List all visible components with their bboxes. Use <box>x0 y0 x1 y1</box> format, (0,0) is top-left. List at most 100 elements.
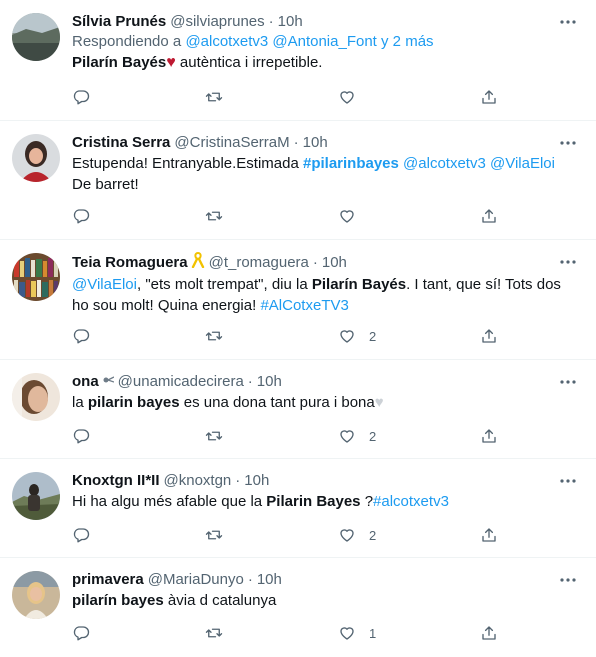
mention-link[interactable]: @VilaEloi <box>490 155 555 172</box>
user-handle[interactable]: @knoxtgn <box>164 471 232 491</box>
bold-text: Pilarín Bayés <box>311 276 407 293</box>
retweet-button[interactable] <box>205 206 223 226</box>
reply-button[interactable] <box>72 426 90 446</box>
like-button[interactable]: 2 <box>338 326 376 346</box>
mention-link[interactable]: @VilaEloi <box>72 276 137 293</box>
avatar[interactable] <box>12 253 60 301</box>
reply-icon <box>73 626 90 641</box>
mention-link[interactable]: @alcotxetv3 <box>403 155 486 172</box>
flower-icon <box>102 372 114 392</box>
user-handle[interactable]: @unamicadecirera <box>118 372 244 392</box>
timestamp[interactable]: 10h <box>303 133 328 153</box>
retweet-button[interactable] <box>205 623 223 643</box>
heart-icon <box>340 627 354 640</box>
share-button[interactable] <box>480 525 498 545</box>
mention-link[interactable]: @alcotxetv3 <box>185 33 268 50</box>
heart-icon <box>340 330 354 343</box>
like-count: 1 <box>369 625 377 641</box>
hashtag-link[interactable]: #alcotxetv3 <box>373 493 449 510</box>
reply-icon <box>73 209 90 224</box>
display-name[interactable]: Cristina Serra <box>72 133 170 153</box>
text-segment: ? <box>364 493 374 510</box>
hashtag-link[interactable]: #pilarinbayes <box>303 155 399 172</box>
like-count: 2 <box>369 527 377 543</box>
separator-dot: · <box>268 13 274 30</box>
tweet-actions: 2 <box>72 416 596 460</box>
heart-icon <box>340 210 354 223</box>
tweet-header: Sílvia Prunés @silviaprunes · 10h <box>72 12 580 32</box>
tweet[interactable]: ona @unamicadecirera · 10h la pilarin ba… <box>0 360 596 459</box>
avatar[interactable] <box>12 134 60 182</box>
text-segment: es una dona tant pura i bona <box>183 394 375 411</box>
user-handle[interactable]: @MariaDunyo <box>148 570 244 590</box>
more-options-icon[interactable] <box>558 254 578 270</box>
timestamp[interactable]: 10h <box>257 372 282 392</box>
tweet[interactable]: Sílvia Prunés @silviaprunes · 10h Respon… <box>0 0 596 121</box>
display-name[interactable]: Knoxtgn II*II <box>72 471 160 491</box>
separator-dot: · <box>247 571 253 588</box>
share-button[interactable] <box>480 426 498 446</box>
hashtag-link[interactable]: #AlCotxeTV3 <box>260 297 348 314</box>
reply-button[interactable] <box>72 326 90 346</box>
like-button[interactable] <box>338 206 356 226</box>
share-button[interactable] <box>480 87 498 107</box>
like-button[interactable]: 2 <box>338 525 376 545</box>
reply-button[interactable] <box>72 206 90 226</box>
tweet[interactable]: primavera @MariaDunyo · 10h pilarín baye… <box>0 558 596 656</box>
display-name[interactable]: ona <box>72 372 99 392</box>
replying-to: Respondiendo a @alcotxetv3 @Antonia_Font… <box>72 32 580 52</box>
share-button[interactable] <box>480 326 498 346</box>
tweet-actions: 2 <box>72 515 596 559</box>
share-button[interactable] <box>480 623 498 643</box>
tweet[interactable]: Cristina Serra @CristinaSerraM · 10h Est… <box>0 121 596 240</box>
reply-button[interactable] <box>72 623 90 643</box>
like-button[interactable]: 1 <box>338 623 376 643</box>
retweet-button[interactable] <box>205 87 223 107</box>
avatar[interactable] <box>12 373 60 421</box>
timestamp[interactable]: 10h <box>244 471 269 491</box>
heart-icon <box>340 430 354 443</box>
share-icon <box>482 528 496 542</box>
mention-link[interactable]: @Antonia_Font <box>272 33 376 50</box>
more-mentions-link[interactable]: y 2 más <box>381 33 434 50</box>
tweet-text: Pilarín Bayés♥ autèntica i irrepetible. <box>72 52 580 73</box>
share-icon <box>482 90 496 104</box>
white-heart-emoji-icon: ♥ <box>374 394 384 411</box>
like-button[interactable] <box>338 87 356 107</box>
retweet-button[interactable] <box>205 426 223 446</box>
tweet-actions <box>72 77 596 121</box>
more-options-icon[interactable] <box>558 135 578 151</box>
timestamp[interactable]: 10h <box>278 12 303 32</box>
avatar[interactable] <box>12 13 60 61</box>
text-segment: àvia d catalunya <box>167 592 277 609</box>
red-heart-emoji-icon: ♥ <box>166 54 176 71</box>
reply-button[interactable] <box>72 525 90 545</box>
retweet-button[interactable] <box>205 326 223 346</box>
tweet[interactable]: Knoxtgn II*II @knoxtgn · 10h Hi ha algu … <box>0 459 596 558</box>
tweet[interactable]: Teia Romaguera @t_romaguera · 10h @VilaE… <box>0 240 596 360</box>
avatar[interactable] <box>12 472 60 520</box>
tweet-text: la pilarin bayes es una dona tant pura i… <box>72 392 580 413</box>
avatar[interactable] <box>12 571 60 619</box>
display-name[interactable]: primavera <box>72 570 144 590</box>
more-options-icon[interactable] <box>558 572 578 588</box>
timestamp[interactable]: 10h <box>322 253 347 273</box>
more-options-icon[interactable] <box>558 473 578 489</box>
like-button[interactable]: 2 <box>338 426 376 446</box>
display-name[interactable]: Sílvia Prunés <box>72 12 166 32</box>
more-options-icon[interactable] <box>558 14 578 30</box>
timestamp[interactable]: 10h <box>257 570 282 590</box>
share-button[interactable] <box>480 206 498 226</box>
user-handle[interactable]: @CristinaSerraM <box>174 133 289 153</box>
text-segment: Hi ha algu més afable que la <box>72 493 263 510</box>
user-handle[interactable]: @t_romaguera <box>209 253 309 273</box>
tweet-text: @VilaEloi, "ets molt trempat", diu la Pi… <box>72 274 580 316</box>
retweet-button[interactable] <box>205 525 223 545</box>
tweet-header: ona @unamicadecirera · 10h <box>72 372 580 392</box>
bold-text: Pilarín Bayés <box>72 54 167 71</box>
more-options-icon[interactable] <box>558 374 578 390</box>
display-name[interactable]: Teia Romaguera <box>72 253 188 273</box>
heart-icon <box>340 529 354 542</box>
reply-button[interactable] <box>72 87 90 107</box>
user-handle[interactable]: @silviaprunes <box>170 12 264 32</box>
